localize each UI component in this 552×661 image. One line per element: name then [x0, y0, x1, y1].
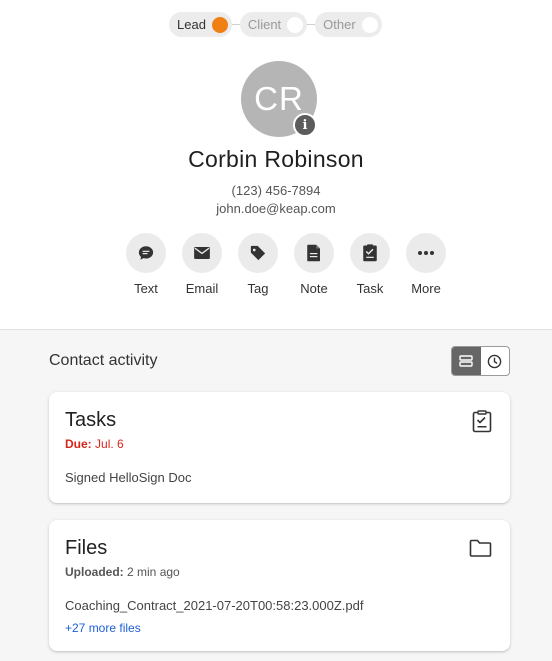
message-icon	[126, 233, 166, 273]
card-title: Files	[65, 537, 108, 559]
action-label: Note	[300, 281, 328, 296]
clock-icon	[487, 354, 502, 368]
activity-title: Contact activity	[49, 352, 158, 369]
due-label: Due:	[65, 437, 92, 451]
contact-name: Corbin Robinson	[188, 146, 364, 172]
stage-label: Client	[247, 17, 282, 32]
action-bar: Text Email Tag Note Task More	[118, 233, 454, 296]
stage-stepper: Lead Client Other	[169, 12, 382, 37]
view-toggle	[451, 346, 510, 376]
task-due: Due: Jul. 6	[65, 437, 124, 451]
list-icon	[459, 355, 473, 367]
task-item[interactable]: Signed HelloSign Doc	[65, 470, 191, 485]
files-card[interactable]: Files Uploaded: 2 min ago Coaching_Contr…	[49, 520, 510, 651]
uploaded-label: Uploaded:	[65, 565, 124, 579]
folder-icon	[469, 539, 492, 562]
text-action-button[interactable]: Text	[118, 233, 174, 296]
email-action-button[interactable]: Email	[174, 233, 230, 296]
stage-connector	[307, 24, 316, 25]
tasks-card[interactable]: Tasks Due: Jul. 6 Signed HelloSign Doc	[49, 392, 510, 503]
timeline-view-button[interactable]	[481, 347, 510, 375]
stage-label: Other	[323, 17, 356, 32]
action-label: Task	[356, 281, 384, 296]
stage-indicator	[211, 16, 228, 33]
action-label: More	[411, 281, 441, 296]
task-icon	[472, 410, 492, 438]
info-icon[interactable]: i	[293, 113, 317, 137]
more-action-button[interactable]: More	[398, 233, 454, 296]
upload-info: Uploaded: 2 min ago	[65, 565, 180, 579]
action-label: Email	[185, 281, 219, 296]
stage-client[interactable]: Client	[239, 12, 308, 37]
mail-icon	[182, 233, 222, 273]
stage-other[interactable]: Other	[315, 12, 382, 37]
action-label: Text	[134, 281, 158, 296]
due-date: Jul. 6	[95, 437, 124, 451]
contact-phone[interactable]: (123) 456-7894	[0, 183, 552, 198]
stage-label: Lead	[177, 17, 206, 32]
list-view-button[interactable]	[452, 347, 481, 375]
tag-action-button[interactable]: Tag	[230, 233, 286, 296]
tag-icon	[238, 233, 278, 273]
task-action-button[interactable]: Task	[342, 233, 398, 296]
stage-indicator	[361, 16, 378, 33]
task-icon	[350, 233, 390, 273]
stage-lead[interactable]: Lead	[169, 12, 232, 37]
note-action-button[interactable]: Note	[286, 233, 342, 296]
stage-indicator	[287, 16, 304, 33]
more-files-link[interactable]: +27 more files	[65, 621, 141, 635]
card-title: Tasks	[65, 409, 117, 431]
note-icon	[294, 233, 334, 273]
stage-connector	[231, 24, 240, 25]
action-label: Tag	[247, 281, 269, 296]
more-icon	[406, 233, 446, 273]
uploaded-time: 2 min ago	[127, 565, 180, 579]
file-name[interactable]: Coaching_Contract_2021-07-20T00:58:23.00…	[65, 598, 364, 613]
contact-email[interactable]: john.doe@keap.com	[0, 201, 552, 216]
